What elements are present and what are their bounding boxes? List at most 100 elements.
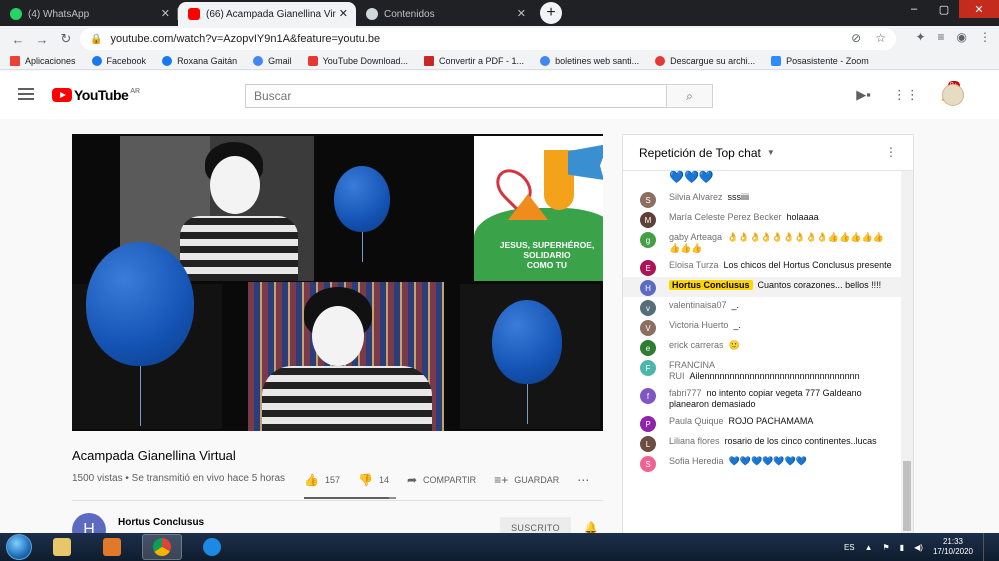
close-window-button[interactable]: ✕ <box>959 0 999 18</box>
taskbar-explorer[interactable] <box>42 534 82 560</box>
volume-icon[interactable]: ◀) <box>914 543 923 552</box>
chat-avatar[interactable]: f <box>640 388 656 404</box>
chat-avatar[interactable]: H <box>640 280 656 296</box>
profile-icon[interactable]: ◉ <box>957 30 967 44</box>
chat-message[interactable]: v valentinaisa07 _. <box>623 297 903 317</box>
apps-grid-icon[interactable]: ⋮⋮ <box>893 87 919 103</box>
language-indicator[interactable]: ES <box>844 543 855 552</box>
start-button[interactable] <box>6 534 32 560</box>
taskbar-chrome[interactable] <box>142 534 182 560</box>
account-avatar[interactable] <box>942 84 964 106</box>
channel-name[interactable]: Hortus Conclusus <box>118 517 204 528</box>
eye-off-icon[interactable]: ⊘ <box>851 31 861 45</box>
chat-avatar[interactable]: e <box>640 340 656 356</box>
chat-message[interactable]: F FRANCINA RUI Ailennnnnnnnnnnnnnnnnnnnnnn… <box>623 357 903 385</box>
chat-message[interactable]: V Victoria Huerto _. <box>623 317 903 337</box>
save-button[interactable]: ≡+ GUARDAR <box>494 473 559 487</box>
video-player[interactable]: JESUS, SUPERHÉROE, SOLIDARIO COMO TU <box>72 134 603 431</box>
chat-author[interactable]: fabri777 <box>669 388 702 398</box>
youtube-logo[interactable]: YouTube AR <box>52 87 140 103</box>
chat-scrollbar[interactable] <box>901 171 913 533</box>
chat-author[interactable]: erick carreras <box>669 340 724 350</box>
share-button[interactable]: ➦ COMPARTIR <box>407 473 476 487</box>
bookmark-item[interactable]: Aplicaciones <box>10 55 76 66</box>
chat-avatar[interactable]: F <box>640 360 656 376</box>
chat-author[interactable]: Victoria Huerto <box>669 320 728 330</box>
back-button[interactable]: ← <box>6 32 30 47</box>
close-icon[interactable]: ✕ <box>339 7 348 20</box>
show-desktop-button[interactable] <box>983 533 993 561</box>
chat-avatar[interactable]: E <box>640 260 656 276</box>
chat-author[interactable]: Liliana flores <box>669 436 720 446</box>
network-icon[interactable]: ▮ <box>900 543 904 552</box>
menu-icon[interactable]: ⋮ <box>979 30 991 44</box>
chat-message[interactable]: H Hortus Conclusus Cuantos corazones... be… <box>623 277 903 297</box>
chat-author[interactable]: Sofia Heredia <box>669 456 724 466</box>
chat-message[interactable]: S Sofia Heredia 💙💙💙💙💙💙💙 <box>623 453 903 473</box>
chat-avatar[interactable]: g <box>640 232 656 248</box>
chat-avatar[interactable]: P <box>640 416 656 432</box>
taskbar-internet-explorer[interactable] <box>192 534 232 560</box>
bookmark-item[interactable]: Facebook <box>91 55 146 66</box>
scroll-thumb[interactable] <box>903 461 911 531</box>
chat-message[interactable]: P Paula Quique ROJO PACHAMAMA <box>623 413 903 433</box>
chat-message[interactable]: f fabri777 no intento copiar vegeta 777 Ga… <box>623 385 903 413</box>
chat-message[interactable]: S Silvia Alvarez sssiiii <box>623 189 903 209</box>
bookmark-item[interactable]: YouTube Download... <box>307 55 408 66</box>
tab-whatsapp[interactable]: (4) WhatsApp ✕ <box>0 2 178 26</box>
chat-message[interactable]: 💙💙💙 <box>623 169 903 189</box>
chat-message[interactable]: M María Celeste Perez Becker holaaaa <box>623 209 903 229</box>
chat-avatar[interactable]: L <box>640 436 656 452</box>
new-tab-button[interactable]: + <box>540 2 562 24</box>
chat-avatar[interactable]: S <box>640 192 656 208</box>
chat-avatar[interactable]: V <box>640 320 656 336</box>
search-input[interactable] <box>245 84 667 108</box>
close-icon[interactable]: ✕ <box>517 7 526 20</box>
chat-avatar[interactable]: M <box>640 212 656 228</box>
tab-youtube[interactable]: (66) Acampada Gianellina Vir ✕ <box>178 2 356 26</box>
like-button[interactable]: 👍 157 <box>304 473 340 487</box>
close-icon[interactable]: ✕ <box>161 7 170 20</box>
chat-author[interactable]: María Celeste Perez Becker <box>669 212 782 222</box>
clock[interactable]: 21:33 17/10/2020 <box>933 537 973 557</box>
reload-button[interactable]: ↻ <box>54 31 78 47</box>
maximize-button[interactable]: ▢ <box>929 0 959 18</box>
chat-author[interactable]: Eloisa Turza <box>669 260 719 270</box>
chat-message[interactable]: e erick carreras 🙂 <box>623 337 903 357</box>
more-actions-button[interactable]: ⋯ <box>577 473 595 487</box>
forward-button[interactable]: → <box>30 32 54 47</box>
chat-author[interactable]: Hortus Conclusus <box>669 280 753 290</box>
chat-author[interactable]: Silvia Alvarez <box>669 192 723 202</box>
puzzle-icon[interactable]: ✦ <box>915 30 925 44</box>
address-bar[interactable]: 🔒 youtube.com/watch?v=AzopvIY9n1A&featur… <box>80 28 896 50</box>
bookmark-item[interactable]: Convertir a PDF - 1... <box>424 55 524 66</box>
bookmark-item[interactable]: Posasistente - Zoom <box>771 55 869 66</box>
dislike-button[interactable]: 👎 14 <box>358 473 389 487</box>
chat-message[interactable]: L Liliana flores rosario de los cinco cont… <box>623 433 903 453</box>
chat-message[interactable]: g gaby Arteaga 👌👌👌👌👌👌👌👌👌👍👍👍👍👍👍👍👍 <box>623 229 903 257</box>
chat-author[interactable]: Paula Quique <box>669 416 724 426</box>
more-vertical-icon[interactable]: ⋮ <box>885 145 897 159</box>
hamburger-icon[interactable] <box>18 88 34 103</box>
minimize-button[interactable]: – <box>899 0 929 18</box>
playlist-icon[interactable]: ≡ <box>938 30 945 44</box>
chat-text: 🙂 <box>728 340 740 350</box>
chat-message[interactable]: E Eloisa Turza Los chicos del Hortus Concl… <box>623 257 903 277</box>
bookmark-item[interactable]: Roxana Gaitán <box>162 55 237 66</box>
video-camera-icon[interactable]: ▶▪ <box>856 87 871 103</box>
bookmark-item[interactable]: Descargue su archi... <box>655 55 755 66</box>
chat-avatar[interactable]: S <box>640 456 656 472</box>
chat-author[interactable]: gaby Arteaga <box>669 232 722 242</box>
bookmark-item[interactable]: boletines web santi... <box>540 55 639 66</box>
tab-contenidos[interactable]: Contenidos ✕ <box>356 2 534 26</box>
flag-icon[interactable]: ⚑ <box>883 543 890 552</box>
video-actions: 👍 157 👎 14 ➦ COMPARTIR ≡+ GUARDAR ⋯ <box>304 473 613 487</box>
chat-header[interactable]: Repetición de Top chat ▼ ⋮ <box>623 135 913 171</box>
chat-author[interactable]: valentinaisa07 <box>669 300 727 310</box>
star-icon[interactable]: ☆ <box>875 31 886 45</box>
taskbar-media-player[interactable] <box>92 534 132 560</box>
bookmark-item[interactable]: Gmail <box>253 55 292 66</box>
tray-arrow-icon[interactable]: ▲ <box>865 543 873 552</box>
search-button[interactable]: ⌕ <box>666 84 713 108</box>
chat-avatar[interactable]: v <box>640 300 656 316</box>
